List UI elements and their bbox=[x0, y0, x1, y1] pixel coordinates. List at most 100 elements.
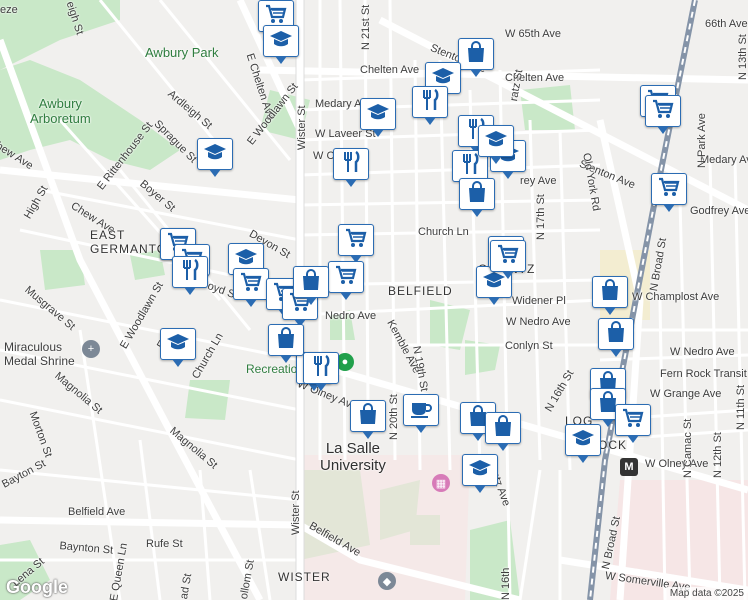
label-chelten-w: Chelten Ave bbox=[360, 64, 420, 76]
bag-icon bbox=[356, 402, 380, 430]
shopping-pin[interactable] bbox=[293, 266, 329, 305]
wister-landmark-marker[interactable]: ◆ bbox=[378, 572, 396, 590]
school-icon bbox=[484, 128, 508, 155]
shopping-pin[interactable] bbox=[458, 38, 494, 77]
grocery-pin[interactable] bbox=[490, 240, 526, 279]
grocery-pin[interactable] bbox=[338, 224, 374, 263]
cafe-pin[interactable] bbox=[403, 394, 439, 433]
label-rufe: Rufe St bbox=[146, 538, 183, 550]
school-icon bbox=[571, 427, 595, 454]
grocery-pin[interactable] bbox=[233, 268, 269, 307]
restaurant-icon bbox=[309, 354, 333, 382]
label-widener: Widener Pl bbox=[512, 295, 566, 307]
school-pin[interactable] bbox=[160, 328, 196, 367]
label-wister-hood: WISTER bbox=[278, 570, 331, 584]
label-n21st: N 21st St bbox=[360, 4, 372, 50]
shopping-pin[interactable] bbox=[459, 178, 495, 217]
shopping-pin[interactable] bbox=[350, 400, 386, 439]
restaurant-icon bbox=[418, 88, 442, 116]
label-n16th-b: N 16th bbox=[500, 567, 512, 600]
bag-icon bbox=[274, 326, 298, 354]
label-east-germantown: EAST GERMANTO bbox=[90, 228, 168, 256]
miraculous-medal-marker[interactable]: + bbox=[82, 340, 100, 358]
shopping-pin[interactable] bbox=[485, 412, 521, 451]
school-icon bbox=[203, 141, 227, 168]
label-rock: OCK bbox=[598, 438, 628, 452]
label-ley-ave: rey Ave bbox=[520, 175, 557, 187]
label-w-grange: W Grange Ave bbox=[650, 388, 722, 400]
label-nedro: Nedro Ave bbox=[325, 310, 377, 322]
cart-icon bbox=[334, 264, 358, 291]
label-miraculous-medal: Miraculous Medal Shrine bbox=[4, 340, 75, 368]
grocery-pin[interactable] bbox=[328, 261, 364, 300]
school-icon bbox=[166, 331, 190, 358]
school-icon bbox=[366, 101, 390, 128]
label-n17th: N 17th St bbox=[535, 194, 547, 240]
label-w-65th: W 65th Ave bbox=[505, 28, 562, 40]
label-la-salle: La Salle University bbox=[320, 440, 386, 474]
label-breeze: eze bbox=[0, 4, 18, 16]
label-w-nedro: W Nedro Ave bbox=[506, 316, 571, 328]
bag-icon bbox=[491, 414, 515, 442]
school-pin[interactable] bbox=[360, 98, 396, 137]
restaurant-icon bbox=[339, 150, 363, 178]
label-n13th: N 13th St bbox=[737, 34, 748, 80]
label-n20th: N 20th St bbox=[388, 394, 400, 440]
label-godfrey: Godfrey Ave bbox=[690, 205, 748, 217]
label-w-olney-e: W Olney Ave bbox=[645, 458, 709, 470]
label-awbury-park: Awbury Park bbox=[145, 45, 219, 60]
bag-icon bbox=[464, 40, 488, 68]
label-w-cliveden: W C bbox=[313, 150, 335, 162]
restaurant-icon bbox=[458, 152, 482, 180]
restaurant-pin[interactable] bbox=[333, 148, 369, 187]
restaurant-pin[interactable] bbox=[172, 256, 208, 295]
school-pin[interactable] bbox=[565, 424, 601, 463]
bag-icon bbox=[465, 180, 489, 208]
label-n-park: N Park Ave bbox=[696, 113, 708, 168]
cart-icon bbox=[496, 243, 520, 270]
grocery-pin[interactable] bbox=[615, 404, 651, 443]
school-pin[interactable] bbox=[263, 25, 299, 64]
label-church-ln-n: Church Ln bbox=[418, 226, 469, 238]
school-icon bbox=[468, 457, 492, 484]
school-pin[interactable] bbox=[462, 454, 498, 493]
bag-icon bbox=[604, 320, 628, 348]
label-conlyn: Conlyn St bbox=[505, 340, 553, 352]
cart-icon bbox=[657, 176, 681, 203]
school-pin[interactable] bbox=[197, 138, 233, 177]
map-attribution[interactable]: Map data ©2025 bbox=[665, 587, 748, 600]
label-w-champlost: W Champlost Ave bbox=[632, 291, 720, 303]
cart-icon bbox=[621, 407, 645, 434]
metro-station-marker[interactable]: M bbox=[620, 458, 638, 476]
google-logo: Google bbox=[6, 577, 68, 597]
restaurant-pin[interactable] bbox=[412, 86, 448, 125]
label-n12th: N 12th St bbox=[712, 432, 724, 478]
restaurant-pin[interactable] bbox=[303, 352, 339, 391]
la-salle-museum-marker[interactable]: ▦ bbox=[432, 474, 450, 492]
shopping-pin[interactable] bbox=[592, 276, 628, 315]
map-canvas[interactable]: eigh St eze Awbury Park Awbury Arboretum… bbox=[0, 0, 748, 600]
label-n-camac: N Camac St bbox=[682, 418, 694, 478]
label-fern-rock-transit: Fern Rock Transit bbox=[660, 368, 747, 380]
label-belfield: BELFIELD bbox=[388, 284, 453, 298]
school-icon bbox=[269, 28, 293, 55]
label-n11th: N 11th St bbox=[735, 384, 747, 430]
shopping-pin[interactable] bbox=[598, 318, 634, 357]
label-w-66th: 66th Ave bbox=[705, 18, 748, 30]
label-belfield-ave-w: Belfield Ave bbox=[68, 506, 126, 518]
cart-icon bbox=[239, 271, 263, 298]
cart-icon bbox=[651, 98, 675, 125]
label-wister-top: Wister St bbox=[296, 105, 308, 150]
label-wister-bottom: Wister St bbox=[290, 490, 302, 535]
cafe-icon bbox=[409, 397, 433, 424]
shopping-pin[interactable] bbox=[268, 324, 304, 363]
label-awbury-arboretum: Awbury Arboretum bbox=[30, 96, 91, 126]
cart-icon bbox=[344, 227, 368, 254]
restaurant-icon bbox=[178, 258, 202, 286]
school-pin[interactable] bbox=[478, 125, 514, 164]
grocery-pin[interactable] bbox=[645, 95, 681, 134]
grocery-pin[interactable] bbox=[651, 173, 687, 212]
bag-icon bbox=[299, 268, 323, 296]
bag-icon bbox=[598, 278, 622, 306]
label-w-nedro-2: W Nedro Ave bbox=[670, 346, 735, 358]
